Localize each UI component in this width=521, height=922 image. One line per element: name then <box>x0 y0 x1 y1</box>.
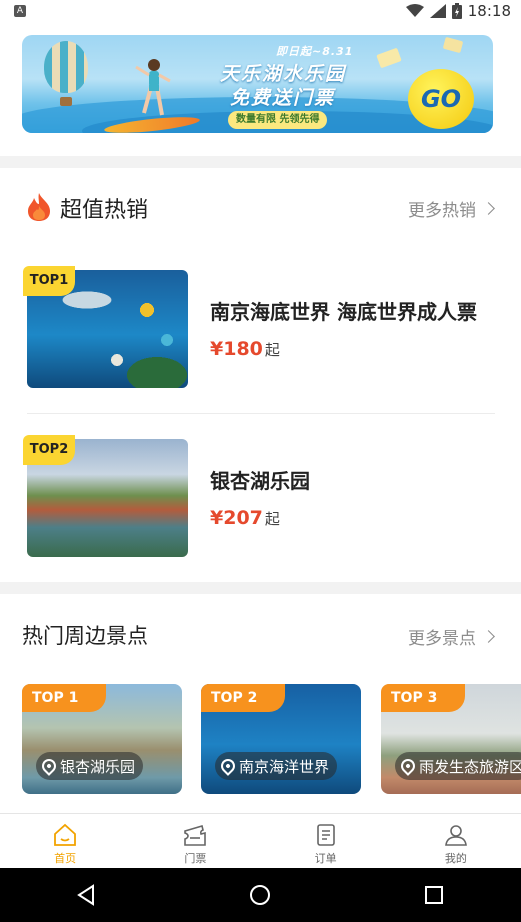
tab-label: 订单 <box>314 852 337 865</box>
rank-badge: TOP 1 <box>22 684 106 712</box>
tab-tickets[interactable]: 门票 <box>130 814 260 868</box>
tab-profile[interactable]: 我的 <box>391 814 521 868</box>
wifi-icon <box>405 4 424 17</box>
section-title: 超值热销 <box>60 198 149 223</box>
recent-apps-icon[interactable] <box>422 883 446 907</box>
battery-icon <box>451 3 462 19</box>
tab-label: 我的 <box>444 852 467 865</box>
banner-date: 即日起~8.31 <box>276 45 354 58</box>
product-card[interactable]: TOP1 南京海底世界 海底世界成人票 ¥180 起 <box>23 266 497 390</box>
bottom-tab-bar: 首页 门票 订单 我的 <box>0 813 521 868</box>
spot-label: 雨发生态旅游区 <box>395 752 521 780</box>
spot-name: 雨发生态旅游区 <box>419 757 521 776</box>
balloon-basket <box>60 97 72 106</box>
spot-name: 南京海洋世界 <box>239 757 330 776</box>
status-bar: A 18:18 <box>0 0 521 22</box>
tab-home[interactable]: 首页 <box>0 814 130 868</box>
section-title: 热门周边景点 <box>22 624 148 648</box>
promo-banner[interactable]: 即日起~8.31 天乐湖水乐园 免费送门票 数量有限 先领先得 GO <box>22 35 493 133</box>
back-icon[interactable] <box>75 883 99 907</box>
chevron-right-icon <box>482 202 495 215</box>
location-pin-icon <box>398 756 418 776</box>
banner-section: 即日起~8.31 天乐湖水乐园 免费送门票 数量有限 先领先得 GO <box>0 22 521 156</box>
nearby-spots-section: 热门周边景点 更多景点 TOP 1 银杏湖乐园 TOP 2 南京海洋世界 TOP… <box>0 594 521 813</box>
home-button-icon[interactable] <box>248 883 272 907</box>
spot-label: 银杏湖乐园 <box>36 752 144 780</box>
location-pin-icon <box>39 756 59 776</box>
order-icon <box>316 824 335 846</box>
fire-icon <box>28 193 50 221</box>
spot-card[interactable]: TOP 1 银杏湖乐园 <box>22 684 182 794</box>
price-suffix: 起 <box>264 510 280 528</box>
rank-badge: TOP 2 <box>201 684 285 712</box>
product-card[interactable]: TOP2 银杏湖乐园 ¥207 起 <box>23 435 497 559</box>
home-icon <box>54 823 77 846</box>
spot-card[interactable]: TOP 2 南京海洋世界 <box>201 684 361 794</box>
product-price: ¥180 起 <box>210 338 280 360</box>
rank-badge: TOP1 <box>23 266 75 296</box>
notification-icon: A <box>14 5 26 17</box>
signal-icon <box>429 4 446 18</box>
rank-badge: TOP2 <box>23 435 75 465</box>
spots-carousel[interactable]: TOP 1 银杏湖乐园 TOP 2 南京海洋世界 TOP 3 雨发生态旅游区 <box>0 674 521 794</box>
location-pin-icon <box>218 756 238 776</box>
rank-badge: TOP 3 <box>381 684 465 712</box>
ticket-decoration <box>376 47 402 69</box>
tab-label: 门票 <box>184 852 207 865</box>
banner-subtitle: 免费送门票 <box>230 87 336 109</box>
banner-title: 天乐湖水乐园 <box>220 63 347 85</box>
hot-sales-section: 超值热销 更多热销 TOP1 南京海底世界 海底世界成人票 ¥180 起 TOP2… <box>0 168 521 582</box>
more-hot-sales-link[interactable]: 更多热销 <box>408 196 495 221</box>
status-icons: 18:18 <box>405 0 511 22</box>
banner-go-button[interactable]: GO <box>408 69 474 129</box>
product-name: 南京海底世界 海底世界成人票 <box>210 300 477 324</box>
tab-orders[interactable]: 订单 <box>261 814 391 868</box>
ticket-decoration-2 <box>442 36 464 54</box>
more-spots-link[interactable]: 更多景点 <box>408 624 495 649</box>
price-value: ¥180 <box>210 338 263 360</box>
profile-icon <box>444 825 467 846</box>
product-price: ¥207 起 <box>210 507 280 529</box>
spot-name: 银杏湖乐园 <box>60 757 136 776</box>
product-name: 银杏湖乐园 <box>210 469 310 493</box>
divider <box>27 413 495 414</box>
more-label: 更多景点 <box>408 629 476 649</box>
tab-label: 首页 <box>54 852 77 865</box>
spot-label: 南京海洋世界 <box>215 752 338 780</box>
price-value: ¥207 <box>210 507 263 529</box>
more-label: 更多热销 <box>408 201 476 221</box>
price-suffix: 起 <box>264 341 280 359</box>
system-navigation-bar <box>0 868 521 922</box>
hot-air-balloon-illustration <box>44 41 88 93</box>
spot-card[interactable]: TOP 3 雨发生态旅游区 <box>381 684 521 794</box>
hot-sales-header: 超值热销 更多热销 <box>0 168 521 248</box>
clock: 18:18 <box>467 2 511 20</box>
ticket-icon <box>184 824 207 846</box>
chevron-right-icon <box>482 630 495 643</box>
surfer-illustration <box>135 59 171 116</box>
banner-tagline: 数量有限 先领先得 <box>228 111 328 129</box>
